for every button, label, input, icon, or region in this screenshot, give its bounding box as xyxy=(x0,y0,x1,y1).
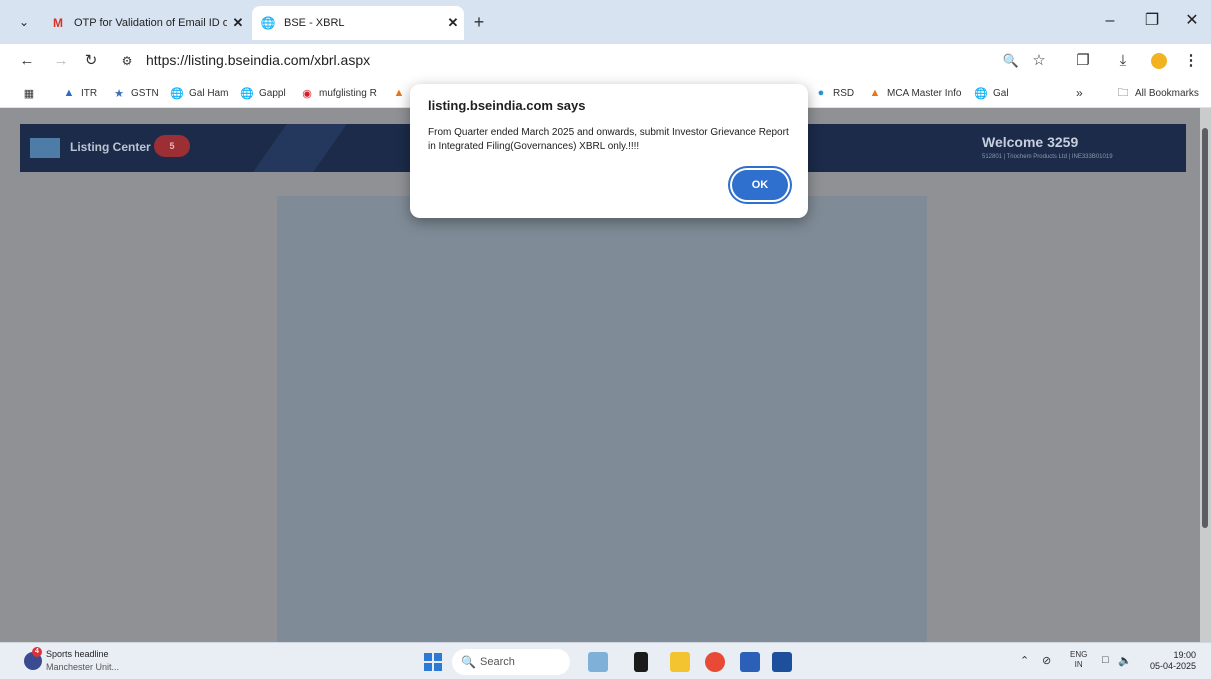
tab-gmail[interactable]: M OTP for Validation of Email ID of ✕ xyxy=(44,6,249,40)
gstn-icon: ★ xyxy=(114,87,124,100)
search-icon: 🔍 xyxy=(461,655,476,669)
bookmarks-overflow-icon[interactable]: » xyxy=(1076,85,1083,101)
chrome-icon[interactable] xyxy=(705,652,725,672)
tab-strip: ⌄ M OTP for Validation of Email ID of ✕ … xyxy=(0,0,1211,44)
bookmark-star-icon[interactable]: ☆ xyxy=(1028,50,1050,72)
company-info: 512801 | Triochem Products Ltd | INE333B… xyxy=(982,154,1113,160)
menu-icon[interactable]: ⋮ xyxy=(1180,50,1202,72)
ok-button[interactable]: OK xyxy=(732,170,788,200)
tab-search-chevron-icon[interactable]: ⌄ xyxy=(14,12,34,32)
itr-icon: ▲ xyxy=(63,87,75,99)
site-settings-icon[interactable]: ⚙ xyxy=(116,50,138,72)
zoom-icon[interactable]: 🔍 xyxy=(1000,50,1022,72)
profile-avatar[interactable] xyxy=(1148,50,1170,72)
tab-bse-xbrl[interactable]: 🌐 BSE - XBRL ✕ xyxy=(252,6,464,40)
window-close-icon[interactable]: ✕ xyxy=(1178,10,1206,32)
clock[interactable]: 19:00 05-04-2025 xyxy=(1144,650,1196,672)
scrollbar-thumb[interactable] xyxy=(1202,128,1208,528)
close-tab-icon[interactable]: ✕ xyxy=(442,15,464,31)
reload-icon[interactable]: ↻ xyxy=(80,50,102,72)
taskbar: 4 Sports headline Manchester Unit... 🔍 S… xyxy=(0,642,1211,679)
taskbar-search[interactable]: 🔍 Search xyxy=(452,649,570,675)
bookmark-gal[interactable]: 🌐 Gal xyxy=(974,85,1008,101)
language-indicator[interactable]: ENG IN xyxy=(1070,650,1087,670)
apps-grid-icon[interactable]: ▦ xyxy=(22,85,41,101)
mca-icon: ▲ xyxy=(393,87,405,99)
widgets-app-icon[interactable] xyxy=(588,652,608,672)
notification-badge[interactable]: 5 xyxy=(154,135,190,157)
tray-overflow-icon[interactable]: ⌃ xyxy=(1020,654,1029,667)
dialog-title: listing.bseindia.com says xyxy=(428,98,586,113)
globe-icon: 🌐 xyxy=(240,87,254,100)
rsd-icon: ● xyxy=(817,87,825,99)
alert-dialog: listing.bseindia.com says From Quarter e… xyxy=(410,84,808,218)
restore-icon[interactable]: ❐ xyxy=(1138,10,1166,32)
display-icon[interactable]: □ xyxy=(1102,654,1109,666)
welcome-text: Welcome 3259 xyxy=(982,134,1079,150)
bookmark-mca-master-info[interactable]: ▲ MCA Master Info xyxy=(868,85,962,101)
extensions-icon[interactable]: ❐ xyxy=(1072,50,1094,72)
bookmark-itr[interactable]: ▲ ITR xyxy=(62,85,98,101)
store-app-icon[interactable] xyxy=(740,652,760,672)
charts-app-icon[interactable] xyxy=(772,652,792,672)
mufg-icon: ◉ xyxy=(302,87,312,100)
globe-icon: 🌐 xyxy=(974,87,988,100)
bookmark-gal-ham[interactable]: 🌐 Gal Ham xyxy=(170,85,228,101)
minimize-icon[interactable]: – xyxy=(1096,10,1124,32)
mca-icon: ▲ xyxy=(869,87,881,99)
forward-icon[interactable]: → xyxy=(50,50,72,72)
header-title: Listing Center xyxy=(70,140,151,154)
globe-icon: 🌐 xyxy=(170,87,184,100)
all-bookmarks[interactable]: 🗀 All Bookmarks xyxy=(1116,85,1199,101)
bookmark-mca-partial[interactable]: ▲ xyxy=(392,85,411,101)
dialog-message: From Quarter ended March 2025 and onward… xyxy=(428,127,789,152)
tab-title: BSE - XBRL xyxy=(284,17,345,29)
news-badge: 4 xyxy=(32,647,42,657)
new-tab-icon[interactable]: + xyxy=(468,11,490,33)
terminal-app-icon[interactable] xyxy=(634,652,648,672)
bookmark-gstn[interactable]: ★ GSTN xyxy=(112,85,159,101)
file-explorer-icon[interactable] xyxy=(670,652,690,672)
close-tab-icon[interactable]: ✕ xyxy=(227,15,249,31)
folder-icon: 🗀 xyxy=(1117,86,1129,99)
logo xyxy=(30,138,60,158)
news-subtitle[interactable]: Manchester Unit... xyxy=(46,662,119,672)
browser-toolbar: ← → ↻ ⚙ https://listing.bseindia.com/xbr… xyxy=(0,44,1211,78)
download-icon[interactable]: ⤓ xyxy=(1112,50,1134,72)
tab-title: OTP for Validation of Email ID of xyxy=(74,17,227,29)
network-off-icon[interactable]: ⊘ xyxy=(1042,654,1051,667)
globe-icon: 🌐 xyxy=(260,16,276,30)
bookmark-gappl[interactable]: 🌐 Gappl xyxy=(240,85,286,101)
gmail-icon: M xyxy=(53,16,63,30)
content-panel xyxy=(277,196,927,642)
start-menu-icon[interactable] xyxy=(424,653,442,671)
back-icon[interactable]: ← xyxy=(16,50,38,72)
address-bar[interactable]: https://listing.bseindia.com/xbrl.aspx xyxy=(146,52,370,68)
bookmark-mufglisting[interactable]: ◉ mufglisting R xyxy=(300,85,377,101)
header-decoration xyxy=(253,124,347,172)
bookmark-rsd[interactable]: ● RSD xyxy=(814,85,854,101)
news-headline[interactable]: Sports headline xyxy=(46,649,109,659)
volume-icon[interactable]: 🔈 xyxy=(1118,654,1132,667)
page-scrollbar[interactable] xyxy=(1200,108,1211,642)
